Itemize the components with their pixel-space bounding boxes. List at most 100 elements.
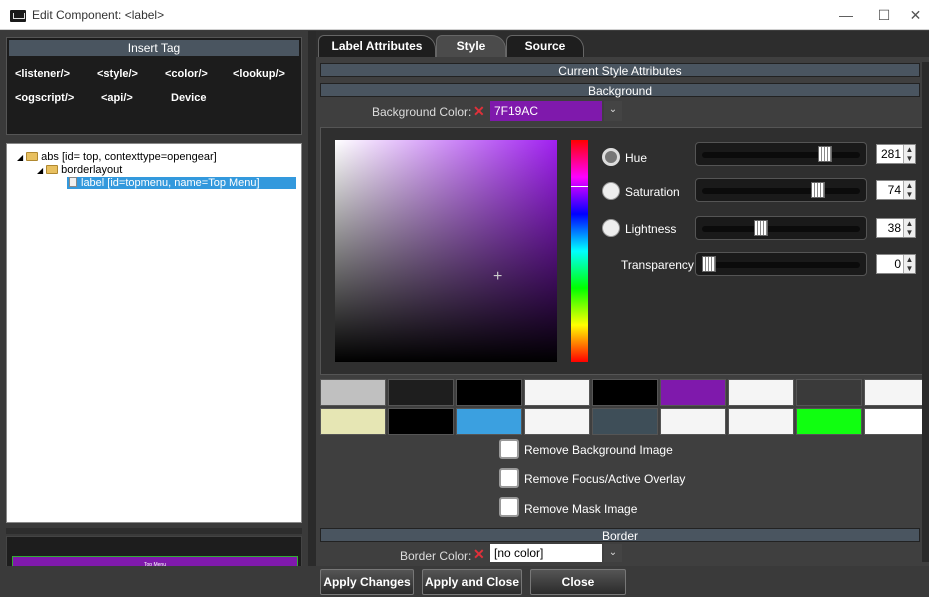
close-button[interactable]: Close [530, 569, 626, 595]
border-color-field[interactable]: [no color] [490, 544, 602, 562]
close-window-button[interactable]: ✕ [902, 4, 929, 26]
maximize-button[interactable]: ☐ [864, 4, 904, 26]
color-swatch[interactable] [456, 379, 522, 406]
transparency-value-field[interactable]: 0 ▲ ▼ [876, 254, 916, 274]
folder-icon [46, 165, 59, 174]
api-tag-button[interactable]: <api/> [101, 92, 133, 104]
remove-focus-overlay-checkbox[interactable] [499, 468, 519, 488]
background-color-field[interactable]: 7F19AC [490, 101, 602, 121]
color-swatch[interactable] [796, 408, 862, 435]
color-swatches [320, 379, 929, 435]
hue-slider[interactable] [695, 142, 867, 166]
color-swatch[interactable] [728, 379, 794, 406]
window-title: Edit Component: <label> [32, 8, 165, 22]
minimize-button[interactable]: — [826, 4, 866, 26]
chevron-down-icon[interactable]: ⌄ [604, 101, 622, 121]
color-swatch[interactable] [864, 379, 929, 406]
document-icon [69, 177, 77, 187]
lightness-slider[interactable] [695, 216, 867, 240]
tree-node-label-topmenu[interactable]: label [id=topmenu, name=Top Menu] [67, 177, 296, 189]
tree-node-abs[interactable]: ◢ abs [id= top, contexttype=opengear] [17, 151, 217, 163]
saturation-radio[interactable] [602, 182, 620, 200]
remove-mask-image-checkbox[interactable] [499, 497, 519, 517]
border-color-label: Border Color: [400, 549, 472, 563]
vertical-scrollbar[interactable] [922, 62, 929, 562]
app-icon [10, 10, 26, 22]
expand-arrow-icon[interactable]: ◢ [17, 153, 23, 162]
lightness-radio[interactable] [602, 219, 620, 237]
apply-changes-button[interactable]: Apply Changes [320, 569, 414, 595]
color-swatch[interactable] [388, 379, 454, 406]
tab-source[interactable]: Source [506, 35, 584, 57]
hue-value-field[interactable]: 281 ▲ ▼ [876, 144, 916, 164]
tab-style[interactable]: Style [436, 35, 506, 57]
color-swatch[interactable] [592, 408, 658, 435]
spinner-icon[interactable]: ▲ ▼ [903, 181, 915, 199]
transparency-slider[interactable] [695, 252, 867, 276]
style-tag-button[interactable]: <style/> [97, 68, 138, 80]
listener-tag-button[interactable]: <listener/> [15, 68, 70, 80]
color-tag-button[interactable]: <color/> [165, 68, 208, 80]
tab-label-attributes[interactable]: Label Attributes [318, 35, 436, 57]
background-section-header: Background [320, 83, 920, 98]
color-swatch[interactable] [456, 408, 522, 435]
lightness-label: Lightness [625, 222, 677, 236]
color-swatch[interactable] [660, 379, 726, 406]
device-tag-button[interactable]: Device [171, 92, 206, 104]
right-pane: Label Attributes Style Source Current St… [316, 31, 929, 566]
tree-node-label: label [id=topmenu, name=Top Menu] [81, 177, 260, 189]
color-swatch[interactable] [388, 408, 454, 435]
hue-marker[interactable] [571, 186, 588, 187]
apply-and-close-button[interactable]: Apply and Close [422, 569, 522, 595]
color-swatch[interactable] [320, 379, 386, 406]
spinner-icon[interactable]: ▲ ▼ [903, 255, 915, 273]
button-bar: Apply Changes Apply and Close Close [0, 566, 929, 597]
insert-tag-header: Insert Tag [9, 40, 299, 56]
color-picker: + Hue 281 ▲ ▼ Saturation 74 ▲ ▼ Lightness 38… [320, 127, 929, 375]
clear-color-icon[interactable]: ✕ [473, 103, 485, 120]
remove-mask-image-label: Remove Mask Image [524, 502, 638, 516]
tree-node-borderlayout[interactable]: ◢ borderlayout [37, 164, 122, 176]
lookup-tag-button[interactable]: <lookup/> [233, 68, 285, 80]
hue-radio[interactable] [602, 148, 620, 166]
vertical-splitter[interactable] [308, 31, 316, 566]
transparency-label: Transparency [621, 258, 694, 272]
hue-bar[interactable] [571, 140, 588, 362]
transparency-value: 0 [894, 257, 901, 271]
color-swatch[interactable] [524, 408, 590, 435]
saturation-slider[interactable] [695, 178, 867, 202]
saturation-value-field[interactable]: 74 ▲ ▼ [876, 180, 916, 200]
color-swatch[interactable] [864, 408, 929, 435]
color-swatch[interactable] [320, 408, 386, 435]
slider-thumb[interactable] [811, 182, 825, 198]
current-style-header: Current Style Attributes [320, 63, 920, 78]
spinner-icon[interactable]: ▲ ▼ [903, 145, 915, 163]
saturation-lightness-area[interactable] [335, 140, 557, 362]
folder-icon [26, 152, 39, 161]
color-swatch[interactable] [660, 408, 726, 435]
color-swatch[interactable] [524, 379, 590, 406]
tree-node-label: abs [id= top, contexttype=opengear] [41, 151, 217, 163]
slider-thumb[interactable] [754, 220, 768, 236]
ogscript-tag-button[interactable]: <ogscript/> [15, 92, 74, 104]
color-swatch[interactable] [728, 408, 794, 435]
color-swatch[interactable] [796, 379, 862, 406]
slider-thumb[interactable] [702, 256, 716, 272]
color-swatch[interactable] [592, 379, 658, 406]
component-tree: ◢ abs [id= top, contexttype=opengear] ◢ bo… [6, 143, 302, 523]
crosshair-icon[interactable]: + [493, 268, 502, 286]
hue-value: 281 [880, 147, 901, 161]
lightness-value-field[interactable]: 38 ▲ ▼ [876, 218, 916, 238]
background-color-label: Background Color: [372, 105, 472, 119]
remove-background-image-checkbox[interactable] [499, 439, 519, 459]
insert-tag-panel: Insert Tag <listener/> <style/> <color/>… [6, 37, 302, 135]
tree-node-label: borderlayout [61, 164, 123, 176]
spinner-icon[interactable]: ▲ ▼ [903, 219, 915, 237]
border-section-header: Border [320, 528, 920, 543]
clear-border-color-icon[interactable]: ✕ [473, 546, 485, 563]
chevron-down-icon[interactable]: ⌄ [604, 544, 622, 562]
expand-arrow-icon[interactable]: ◢ [37, 166, 43, 175]
remove-focus-overlay-label: Remove Focus/Active Overlay [524, 472, 686, 486]
horizontal-splitter[interactable] [6, 528, 302, 534]
slider-thumb[interactable] [818, 146, 832, 162]
